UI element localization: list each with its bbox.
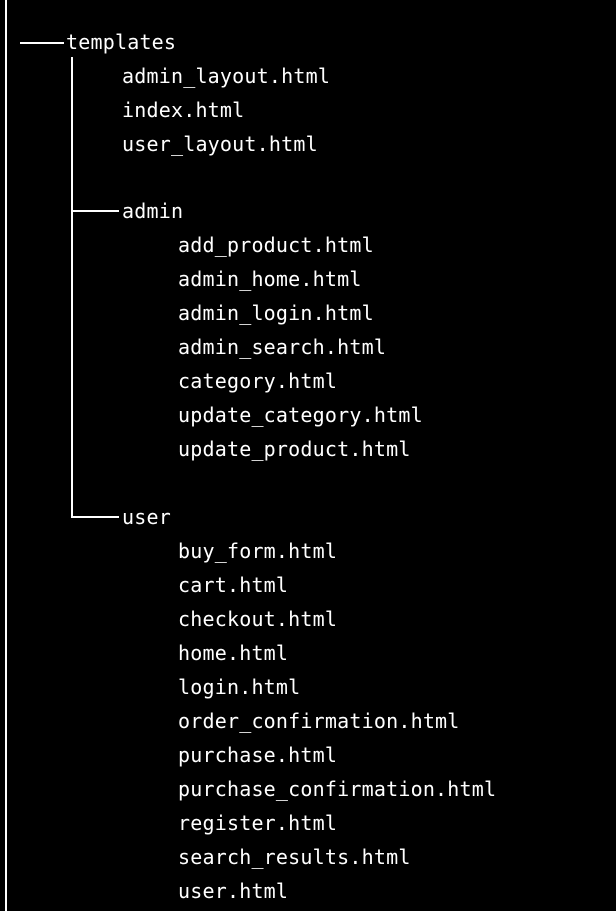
- file-item[interactable]: user.html: [178, 879, 288, 903]
- tree-connector-templates: [20, 42, 64, 44]
- tree-connector-vertical: [71, 57, 73, 517]
- file-item[interactable]: admin_login.html: [178, 301, 374, 325]
- file-item[interactable]: admin_layout.html: [122, 64, 330, 88]
- file-item[interactable]: update_product.html: [178, 437, 411, 461]
- folder-templates[interactable]: templates: [66, 30, 176, 54]
- file-item[interactable]: purchase.html: [178, 743, 337, 767]
- file-item[interactable]: add_product.html: [178, 233, 374, 257]
- file-item[interactable]: admin_home.html: [178, 267, 362, 291]
- tree-connector-user: [71, 516, 119, 518]
- file-item[interactable]: buy_form.html: [178, 539, 337, 563]
- file-item[interactable]: admin_search.html: [178, 335, 386, 359]
- file-item[interactable]: checkout.html: [178, 607, 337, 631]
- file-item[interactable]: update_category.html: [178, 403, 423, 427]
- file-item[interactable]: search_results.html: [178, 845, 411, 869]
- file-item[interactable]: cart.html: [178, 573, 288, 597]
- folder-admin[interactable]: admin: [122, 199, 183, 223]
- file-item[interactable]: index.html: [122, 98, 244, 122]
- gutter-line: [5, 0, 7, 911]
- file-item[interactable]: register.html: [178, 811, 337, 835]
- file-item[interactable]: user_layout.html: [122, 132, 318, 156]
- file-item[interactable]: order_confirmation.html: [178, 709, 460, 733]
- file-tree-panel: templates admin_layout.html index.html u…: [0, 0, 616, 911]
- file-item[interactable]: login.html: [178, 675, 300, 699]
- folder-user[interactable]: user: [122, 505, 171, 529]
- file-item[interactable]: category.html: [178, 369, 337, 393]
- file-item[interactable]: home.html: [178, 641, 288, 665]
- file-item[interactable]: purchase_confirmation.html: [178, 777, 496, 801]
- tree-connector-admin: [71, 210, 119, 212]
